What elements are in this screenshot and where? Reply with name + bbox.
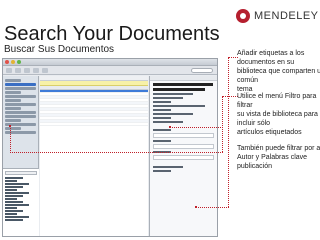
detail-label [153,101,171,103]
annotation-line: filtrar [237,102,253,109]
annotation-line: artículos etiquetados [237,129,302,136]
callout-endpoint [9,125,11,127]
mendeley-logo-icon [236,9,250,23]
sidebar-item[interactable] [5,127,21,130]
tags-field[interactable] [153,133,214,138]
sidebar-item[interactable] [5,87,36,90]
annotation-line: su vista de biblioteca para [237,111,318,118]
annotation-line: incluir sólo [237,120,271,127]
annotation-line: biblioteca que comparten una [237,68,320,75]
filter-tag-item[interactable] [5,210,23,212]
document-list [40,76,148,236]
sidebar-item[interactable] [5,111,36,114]
sidebar-item-selected[interactable] [5,83,36,86]
detail-title [153,83,213,86]
callout-line [10,126,11,153]
slide-subtitle: Buscar Sus Documentos [4,44,115,55]
keywords-label [153,140,171,142]
annotation-line: publicación [237,163,273,170]
keywords-field[interactable] [153,144,214,149]
details-tabs[interactable] [150,76,217,81]
callout-line [170,127,223,128]
annotation-author: También puede filtrar por autor , Autor … [237,144,320,171]
zoom-icon[interactable] [17,60,21,64]
filter-tag-item[interactable] [5,207,17,209]
sidebar-item[interactable] [5,107,21,110]
filter-tag-item[interactable] [5,189,17,191]
detail-label [153,117,171,119]
filter-tag-item[interactable] [5,219,23,221]
detail-label [153,170,171,172]
callout-line [222,96,223,152]
filter-tag-item[interactable] [5,186,23,188]
filter-select[interactable] [5,171,37,175]
mendeley-logo: MENDELEY [236,9,319,23]
annotation-line: Autor y Palabras clave [237,154,308,161]
window-controls[interactable] [5,60,21,64]
filter-tag-item[interactable] [5,180,17,182]
detail-text [153,93,193,95]
search-input[interactable] [191,67,213,73]
window-titlebar [3,59,217,66]
tags-label [153,129,171,131]
filter-tag-item[interactable] [5,204,29,206]
detail-label [153,109,171,111]
annotation-line: También puede filtrar por autor , [237,145,320,152]
slide-title: Search Your Documents [4,23,220,45]
filter-tag-item[interactable] [5,216,29,218]
sidebar-item[interactable] [5,95,36,98]
minimize-icon[interactable] [11,60,15,64]
callout-line [228,57,229,207]
sidebar-item[interactable] [5,115,36,118]
filter-tag-item[interactable] [5,195,23,197]
detail-title [153,88,205,91]
annotation-line: documentos en su [237,59,295,66]
detail-text [153,166,183,168]
toolbar-button[interactable] [24,67,30,73]
library-sidebar [3,76,39,236]
annotation-line: común [237,77,259,84]
filter-tag-item[interactable] [5,198,17,200]
filter-tag-item[interactable] [5,192,29,194]
close-icon[interactable] [5,60,9,64]
filter-tag-item[interactable] [5,213,17,215]
toolbar-button[interactable] [42,67,48,73]
app-screenshot [2,58,218,237]
sidebar-item[interactable] [5,91,21,94]
toolbar-button[interactable] [6,67,12,73]
annotation-tags: Añadir etiquetas a los documentos en su … [237,49,320,94]
filter-tag-item[interactable] [5,177,23,179]
sidebar-item[interactable] [5,119,21,122]
annotation-line: Utilice el menú Filtro para [237,93,317,100]
filter-tag-item[interactable] [5,201,23,203]
app-toolbar [3,66,217,75]
sidebar-item[interactable] [5,79,21,82]
details-panel [149,76,217,236]
detail-text [153,105,205,107]
sidebar-item[interactable] [5,103,36,106]
callout-line [222,96,238,97]
logo-text: MENDELEY [254,10,319,22]
filter-panel [3,168,39,236]
detail-text [153,97,183,99]
toolbar-button[interactable] [33,67,39,73]
sidebar-item[interactable] [5,99,21,102]
callout-line [196,207,229,208]
table-row[interactable] [40,123,148,126]
callout-endpoint [169,126,171,128]
annotation-line: Añadir etiquetas a los [237,50,305,57]
filter-tag-item[interactable] [5,183,29,185]
callout-line [10,152,223,153]
detail-text [153,113,193,115]
toolbar-button[interactable] [15,67,21,73]
annotation-filter: Utilice el menú Filtro para filtrar su v… [237,92,318,137]
callout-endpoint [195,206,197,208]
